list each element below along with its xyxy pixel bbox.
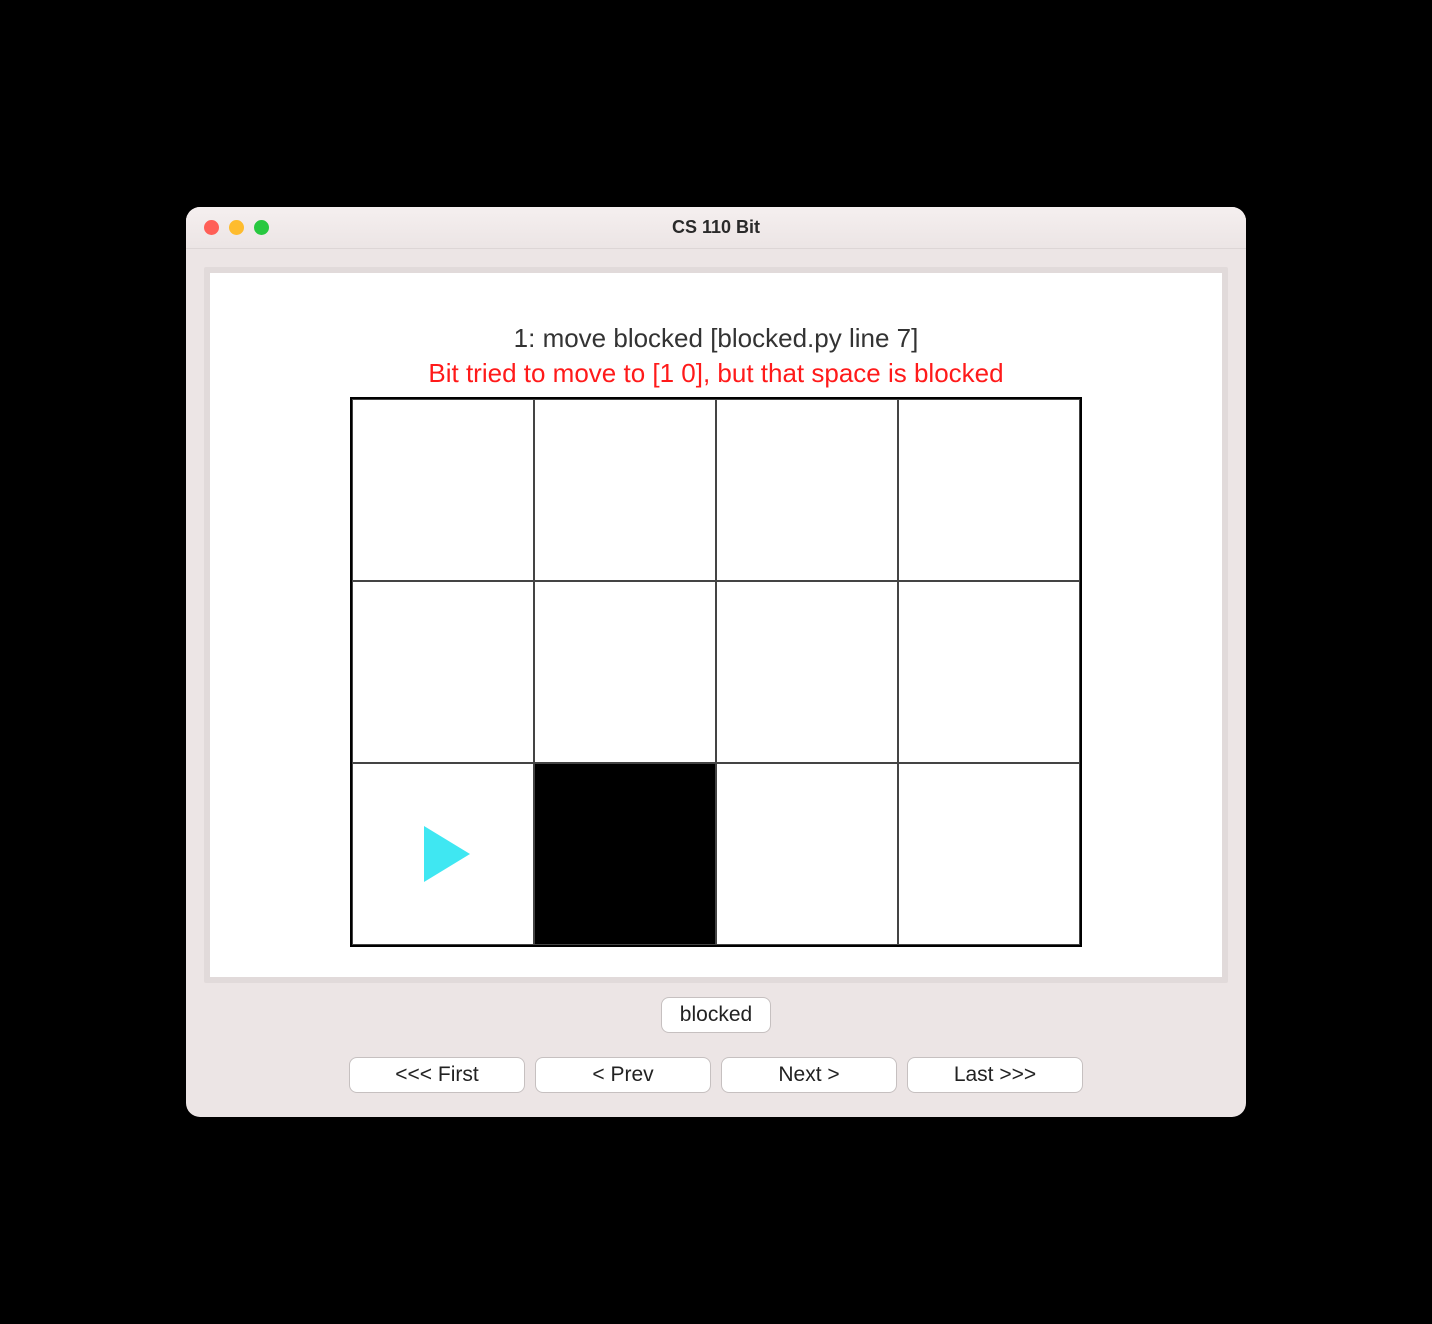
grid-cell xyxy=(534,399,716,581)
grid-cell xyxy=(352,399,534,581)
bit-arrow-icon xyxy=(424,826,470,882)
canvas-frame: 1: move blocked [blocked.py line 7] Bit … xyxy=(204,267,1228,983)
first-button[interactable]: <<< First xyxy=(349,1057,525,1093)
last-button[interactable]: Last >>> xyxy=(907,1057,1083,1093)
window-title: CS 110 Bit xyxy=(186,217,1246,238)
grid-cell xyxy=(716,581,898,763)
grid-cell xyxy=(716,763,898,945)
status-line: 1: move blocked [blocked.py line 7] xyxy=(514,323,919,354)
traffic-lights xyxy=(186,220,269,235)
titlebar: CS 110 Bit xyxy=(186,207,1246,249)
grid-cell xyxy=(534,581,716,763)
canvas-area: 1: move blocked [blocked.py line 7] Bit … xyxy=(210,273,1222,977)
grid-cell xyxy=(898,581,1080,763)
nav-row: <<< First < Prev Next > Last >>> xyxy=(204,1057,1228,1093)
next-button[interactable]: Next > xyxy=(721,1057,897,1093)
grid-cell xyxy=(352,581,534,763)
grid-cell-blocked xyxy=(534,763,716,945)
grid-cell xyxy=(898,763,1080,945)
maximize-icon[interactable] xyxy=(254,220,269,235)
grid-cell xyxy=(716,399,898,581)
prev-button[interactable]: < Prev xyxy=(535,1057,711,1093)
scenario-button[interactable]: blocked xyxy=(661,997,771,1033)
error-line: Bit tried to move to [1 0], but that spa… xyxy=(428,358,1003,389)
grid-cell xyxy=(898,399,1080,581)
scenario-row: blocked xyxy=(204,997,1228,1033)
close-icon[interactable] xyxy=(204,220,219,235)
minimize-icon[interactable] xyxy=(229,220,244,235)
bit-grid xyxy=(350,397,1082,947)
app-window: CS 110 Bit 1: move blocked [blocked.py l… xyxy=(186,207,1246,1117)
grid-cell-bit xyxy=(352,763,534,945)
window-content: 1: move blocked [blocked.py line 7] Bit … xyxy=(186,249,1246,1117)
